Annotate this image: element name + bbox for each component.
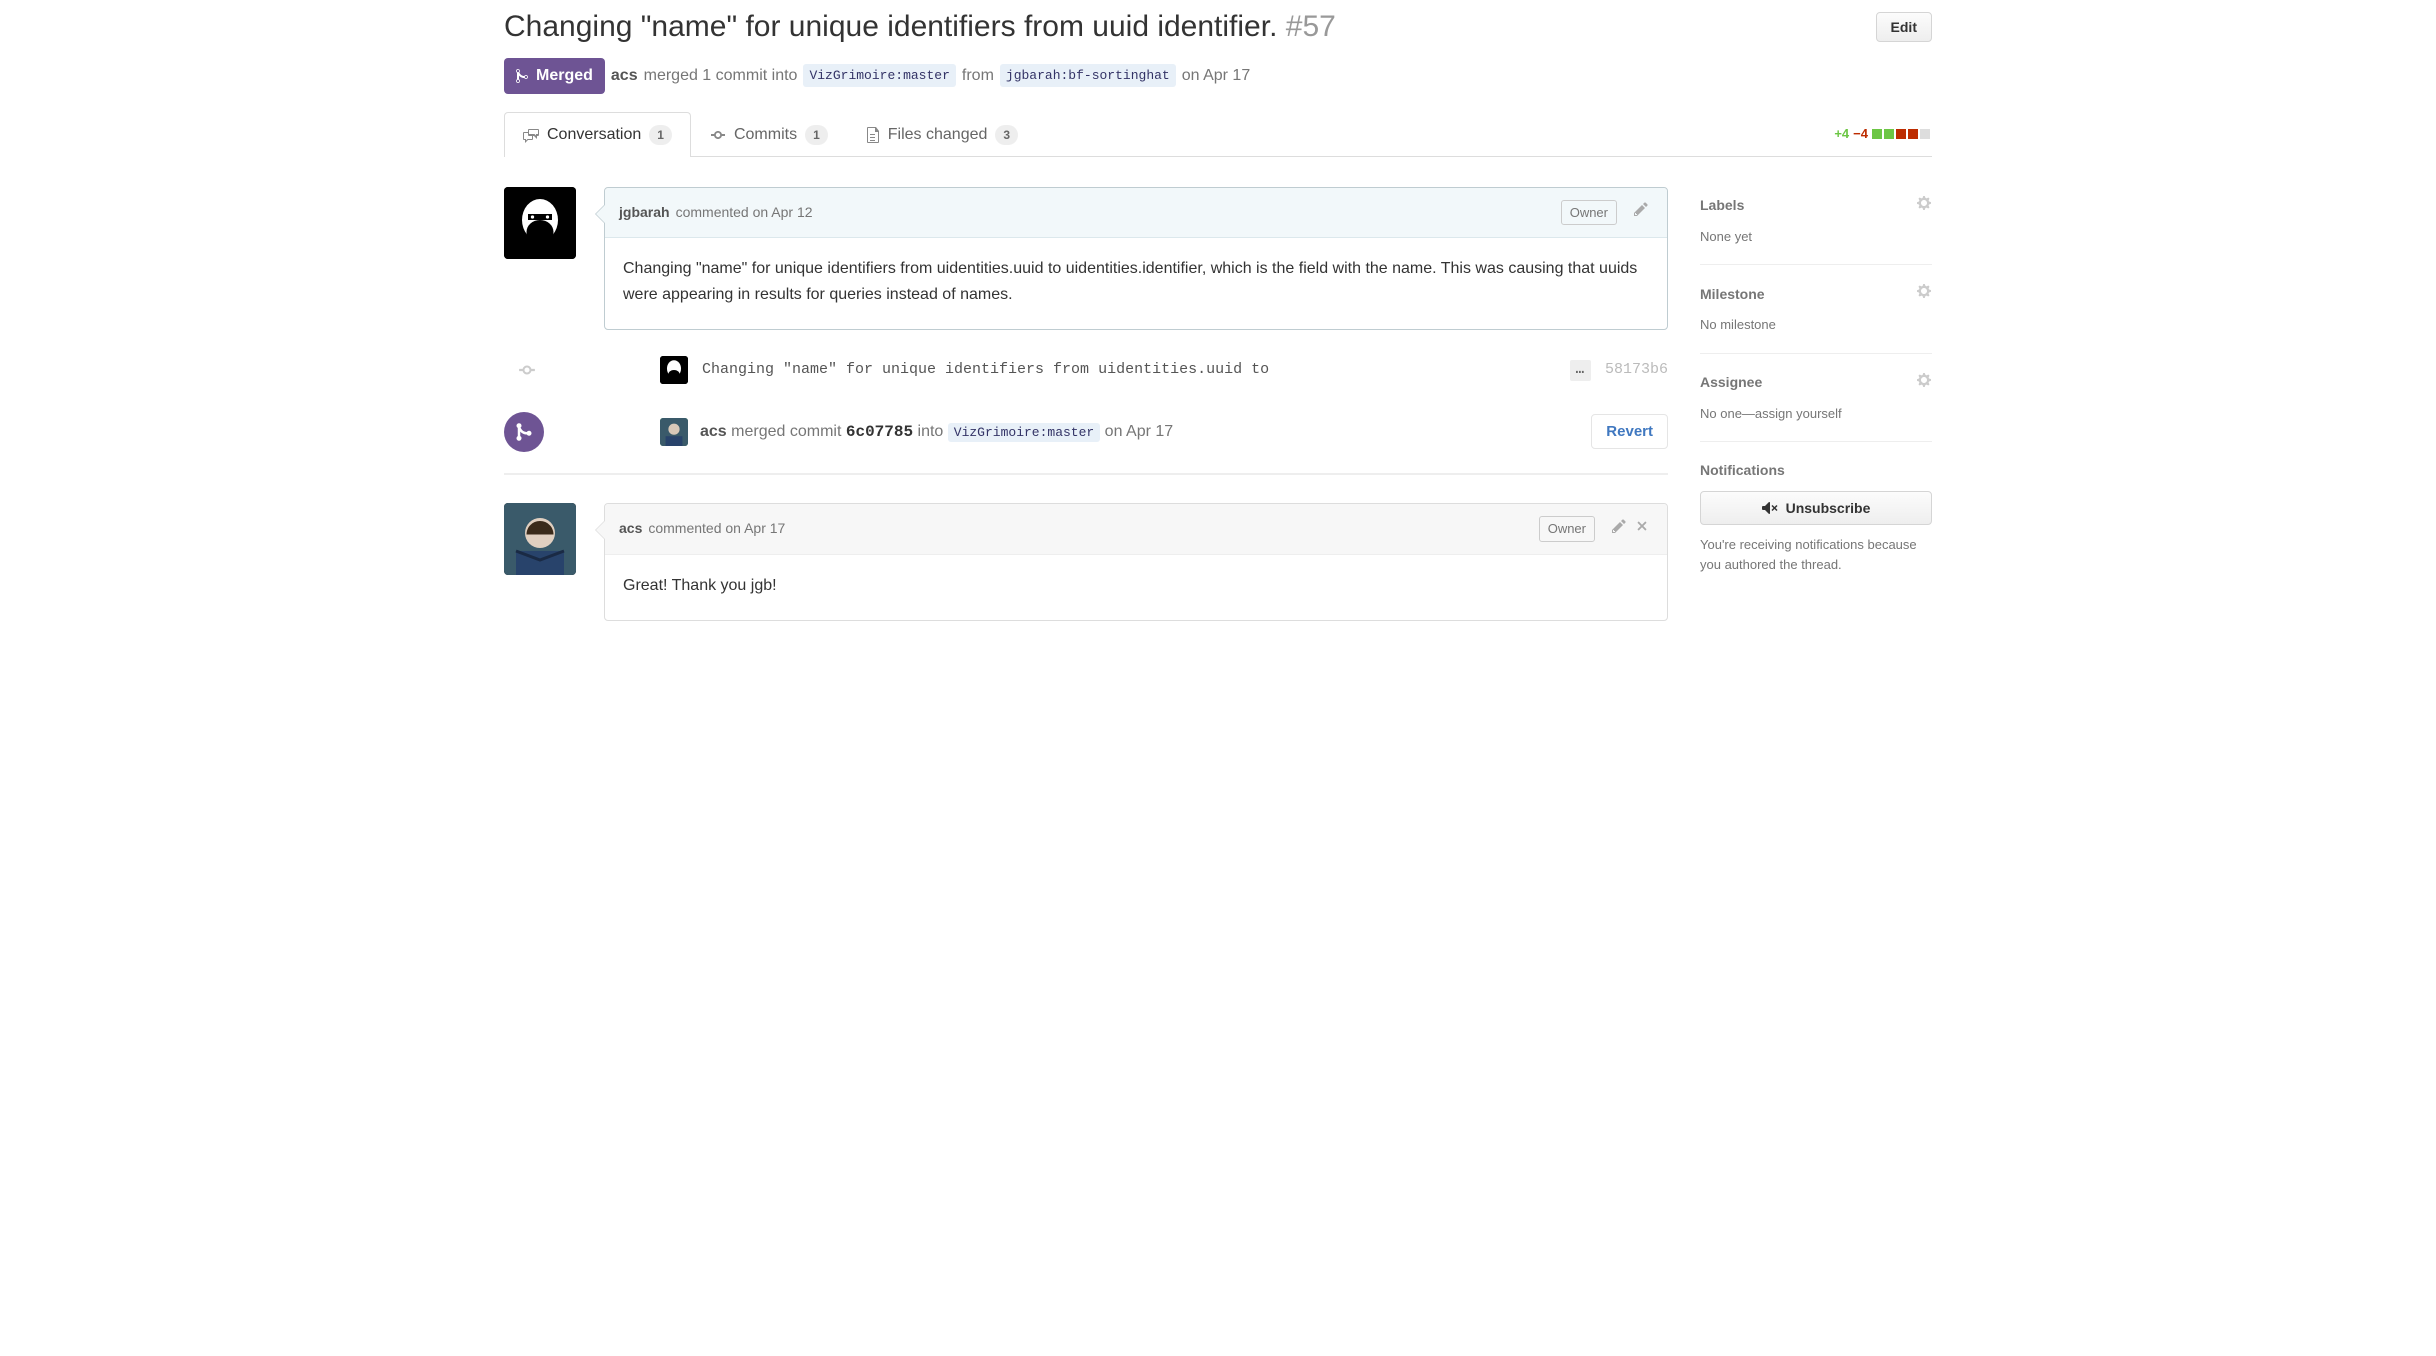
pr-title: Changing "name" for unique identifiers f…: [504, 8, 1864, 46]
pr-title-text: Changing "name" for unique identifiers f…: [504, 10, 1277, 43]
merge-event-actor[interactable]: acs: [700, 423, 727, 440]
tab-commits-count: 1: [805, 125, 828, 145]
merge-event-prefix: merged commit: [731, 423, 841, 440]
tab-files-label: Files changed: [888, 123, 988, 147]
sidebar-labels-title: Labels: [1700, 195, 1744, 216]
comment-when: commented on Apr 17: [648, 518, 785, 539]
comment-acs: acs commented on Apr 17 Owner Great! Tha…: [504, 503, 1668, 621]
head-branch-ref[interactable]: jgbarah:bf-sortinghat: [1000, 64, 1176, 88]
merge-status-line: Merged acs merged 1 commit into VizGrimo…: [504, 58, 1932, 94]
state-badge-text: Merged: [536, 64, 593, 88]
merge-event-icon: [504, 412, 544, 452]
commit-sha[interactable]: 58173b6: [1605, 359, 1668, 382]
tab-conversation-label: Conversation: [547, 123, 641, 147]
unsubscribe-button[interactable]: Unsubscribe: [1700, 491, 1932, 525]
git-commit-icon: [518, 361, 536, 379]
x-icon: [1635, 519, 1649, 533]
merge-event-sha[interactable]: 6c07785: [846, 423, 913, 441]
merge-prefix: merged 1 commit into: [644, 64, 798, 88]
sidebar-assignee: Assignee No one—assign yourself: [1700, 364, 1932, 443]
sidebar-assignee-title: Assignee: [1700, 372, 1762, 393]
commit-author-avatar[interactable]: [660, 356, 688, 384]
tab-files-count: 3: [995, 125, 1018, 145]
tab-conversation[interactable]: Conversation 1: [504, 112, 691, 157]
git-commit-icon: [710, 127, 726, 143]
issue-number: #57: [1286, 10, 1336, 43]
edit-button[interactable]: Edit: [1876, 12, 1932, 42]
revert-button[interactable]: Revert: [1591, 414, 1668, 449]
timeline-separator: [504, 473, 1668, 475]
merge-event: acs merged commit 6c07785 into VizGrimoi…: [504, 414, 1668, 449]
commit-message[interactable]: Changing "name" for unique identifiers f…: [702, 359, 1556, 382]
file-diff-icon: [866, 127, 880, 143]
sidebar: Labels None yet Milestone No milestone: [1700, 187, 1932, 603]
merge-actor-avatar[interactable]: [660, 418, 688, 446]
merge-when: on Apr 17: [1182, 64, 1251, 88]
delete-comment-icon[interactable]: [1631, 518, 1653, 539]
comment-header: acs commented on Apr 17 Owner: [605, 504, 1667, 555]
sidebar-notifications: Notifications Unsubscribe You're receivi…: [1700, 452, 1932, 592]
comment-author[interactable]: acs: [619, 518, 642, 539]
merge-event-base-ref[interactable]: VizGrimoire:master: [948, 423, 1100, 442]
comment-discussion-icon: [523, 127, 539, 143]
tab-commits[interactable]: Commits 1: [691, 112, 847, 157]
base-branch-ref[interactable]: VizGrimoire:master: [803, 64, 955, 88]
merge-middle: from: [962, 64, 994, 88]
state-badge: Merged: [504, 58, 605, 94]
avatar-jgbarah[interactable]: [504, 187, 576, 259]
pencil-icon: [1633, 201, 1649, 217]
assignee-gear-icon[interactable]: [1916, 372, 1932, 394]
unsubscribe-label: Unsubscribe: [1786, 500, 1871, 516]
sidebar-notifications-title: Notifications: [1700, 460, 1785, 481]
comment-when: commented on Apr 12: [676, 202, 813, 223]
labels-gear-icon[interactable]: [1916, 195, 1932, 217]
git-merge-icon: [515, 422, 533, 442]
notifications-reason: You're receiving notifications because y…: [1700, 535, 1932, 574]
git-merge-icon: [514, 68, 530, 84]
sidebar-milestone: Milestone No milestone: [1700, 275, 1932, 354]
gear-icon: [1916, 195, 1932, 211]
commit-expand-button[interactable]: …: [1570, 360, 1591, 381]
diff-blocks: [1872, 129, 1930, 139]
sidebar-labels-value: None yet: [1700, 227, 1932, 247]
comment-body: Changing "name" for unique identifiers f…: [605, 238, 1667, 329]
tab-conversation-count: 1: [649, 125, 672, 145]
edit-comment-icon[interactable]: [1607, 518, 1631, 540]
merge-event-when: on Apr 17: [1105, 423, 1174, 440]
sidebar-milestone-title: Milestone: [1700, 284, 1765, 305]
sidebar-labels: Labels None yet: [1700, 187, 1932, 266]
comment-author[interactable]: jgbarah: [619, 202, 670, 223]
sidebar-assignee-value[interactable]: No one—assign yourself: [1700, 404, 1932, 424]
diffstat: +4 −4: [1834, 124, 1932, 144]
comment-jgbarah: jgbarah commented on Apr 12 Owner Changi…: [504, 187, 1668, 331]
merge-actor[interactable]: acs: [611, 64, 638, 88]
commit-dot-icon: [518, 361, 536, 379]
comment-body: Great! Thank you jgb!: [605, 555, 1667, 621]
edit-comment-icon[interactable]: [1629, 201, 1653, 223]
gear-icon: [1916, 283, 1932, 299]
pr-tabs: Conversation 1 Commits 1 Files changed 3…: [504, 112, 1932, 157]
owner-badge: Owner: [1561, 200, 1617, 226]
avatar-acs[interactable]: [504, 503, 576, 575]
pencil-icon: [1611, 518, 1627, 534]
diff-additions: +4: [1834, 124, 1849, 144]
tab-commits-label: Commits: [734, 123, 797, 147]
gear-icon: [1916, 372, 1932, 388]
merge-event-into: into: [918, 423, 944, 440]
comment-header: jgbarah commented on Apr 12 Owner: [605, 188, 1667, 239]
tab-files-changed[interactable]: Files changed 3: [847, 112, 1037, 157]
mute-icon: [1762, 500, 1778, 516]
sidebar-milestone-value: No milestone: [1700, 315, 1932, 335]
diff-deletions: −4: [1853, 124, 1868, 144]
owner-badge: Owner: [1539, 516, 1595, 542]
commit-row: Changing "name" for unique identifiers f…: [504, 356, 1668, 384]
milestone-gear-icon[interactable]: [1916, 283, 1932, 305]
